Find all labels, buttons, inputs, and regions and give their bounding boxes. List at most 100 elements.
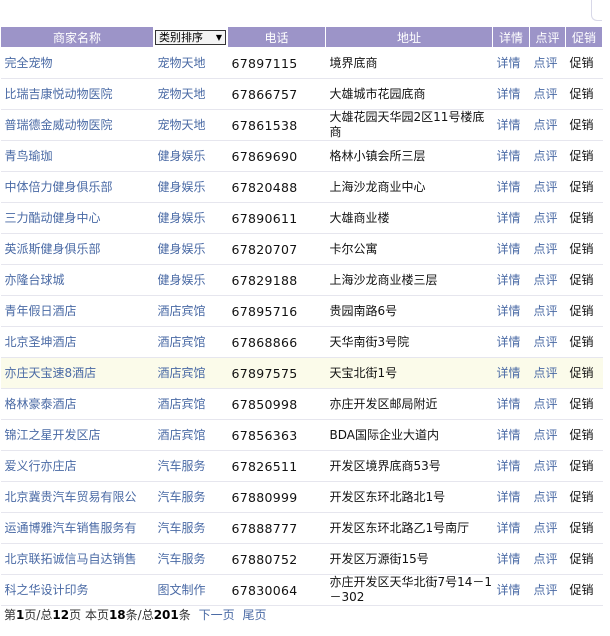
promo-cell: 促销: [565, 233, 603, 265]
next-page-link[interactable]: 下一页: [199, 608, 235, 622]
detail-link[interactable]: 详情: [497, 397, 521, 411]
table-row: 科之华设计印务 图文制作 67830064 亦庄开发区天华北街7号14－1－302 详情…: [0, 574, 603, 606]
scroll-corner: [591, 0, 602, 21]
merchant-name-link[interactable]: 三力酷动健身中心: [5, 211, 101, 225]
pager-text: 条/总: [125, 608, 154, 622]
category-cell: 酒店宾馆: [153, 388, 228, 420]
merchant-name-link[interactable]: 爱义行亦庄店: [5, 459, 77, 473]
table-header-row: 商家名称 类别排序 ▼ 电话 地址 详情 点评 促销: [0, 26, 603, 48]
promo-cell: 促销: [565, 543, 603, 575]
last-page-link[interactable]: 尾页: [242, 608, 266, 622]
category-cell: 宠物天地: [153, 109, 228, 141]
detail-link[interactable]: 详情: [497, 211, 521, 225]
top-frame: [0, 0, 602, 24]
merchant-name-link[interactable]: 亦隆台球城: [5, 273, 65, 287]
table-row: 北京冀贵汽车贸易有限公 汽车服务 67880999 开发区东环北路北1号 详情 点评 促销: [0, 481, 603, 513]
table-row: 普瑞德金威动物医院 宠物天地 67861538 大雄花园天华园2区11号楼底商 详情 点评…: [0, 109, 603, 141]
address-cell: 开发区境界底商53号: [325, 450, 493, 482]
review-link[interactable]: 点评: [534, 521, 558, 535]
promo-cell: 促销: [565, 512, 603, 544]
category-label: 宠物天地: [157, 86, 206, 101]
detail-link[interactable]: 详情: [497, 366, 521, 380]
category-cell: 汽车服务: [153, 543, 228, 575]
review-link[interactable]: 点评: [534, 118, 558, 132]
table-row: 中体倍力健身俱乐部 健身娱乐 67820488 上海沙龙商业中心 详情 点评 促销: [0, 171, 603, 203]
review-cell: 点评: [529, 543, 566, 575]
review-cell: 点评: [529, 357, 566, 389]
review-link[interactable]: 点评: [534, 552, 558, 566]
category-label: 健身娱乐: [157, 148, 206, 163]
phone-cell: 67820488: [227, 171, 326, 203]
address-cell: 大雄城市花园底商: [325, 78, 493, 110]
detail-link[interactable]: 详情: [497, 521, 521, 535]
phone-cell: 67826511: [227, 450, 326, 482]
review-link[interactable]: 点评: [534, 490, 558, 504]
detail-cell: 详情: [492, 543, 530, 575]
review-link[interactable]: 点评: [534, 366, 558, 380]
detail-link[interactable]: 详情: [497, 118, 521, 132]
phone-cell: 67880752: [227, 543, 326, 575]
detail-cell: 详情: [492, 264, 530, 296]
detail-link[interactable]: 详情: [497, 242, 521, 256]
category-label: 酒店宾馆: [157, 303, 206, 318]
merchant-name-link[interactable]: 完全宠物: [5, 56, 53, 70]
detail-link[interactable]: 详情: [497, 490, 521, 504]
total-pages: 12: [52, 608, 70, 622]
phone-cell: 67897115: [227, 47, 326, 79]
review-link[interactable]: 点评: [534, 149, 558, 163]
detail-link[interactable]: 详情: [497, 87, 521, 101]
merchant-name-link[interactable]: 亦庄天宝速8酒店: [5, 366, 97, 380]
merchant-name-link[interactable]: 中体倍力健身俱乐部: [5, 180, 113, 194]
review-link[interactable]: 点评: [534, 428, 558, 442]
merchant-name-cell: 青年假日酒店: [0, 295, 154, 327]
detail-link[interactable]: 详情: [497, 180, 521, 194]
merchant-name-link[interactable]: 运通博雅汽车销售服务有: [5, 521, 137, 535]
review-link[interactable]: 点评: [534, 242, 558, 256]
review-link[interactable]: 点评: [534, 335, 558, 349]
review-link[interactable]: 点评: [534, 87, 558, 101]
table-row: 北京联拓诚信马自达销售 汽车服务 67880752 开发区万源街15号 详情 点评 促销: [0, 543, 603, 575]
review-link[interactable]: 点评: [534, 459, 558, 473]
detail-cell: 详情: [492, 171, 530, 203]
review-link[interactable]: 点评: [534, 211, 558, 225]
category-label: 汽车服务: [157, 458, 206, 473]
merchant-table: 商家名称 类别排序 ▼ 电话 地址 详情 点评 促销 完全宠物宠物天地 678971…: [0, 26, 603, 606]
category-cell: 酒店宾馆: [153, 295, 228, 327]
review-link[interactable]: 点评: [534, 304, 558, 318]
merchant-name-link[interactable]: 北京圣坤酒店: [5, 335, 77, 349]
review-link[interactable]: 点评: [534, 397, 558, 411]
merchant-name-link[interactable]: 青鸟瑜珈: [5, 149, 53, 163]
merchant-name-link[interactable]: 格林豪泰酒店: [5, 397, 77, 411]
category-label: 汽车服务: [157, 551, 206, 566]
detail-cell: 详情: [492, 419, 530, 451]
merchant-name-link[interactable]: 比瑞吉康悦动物医院: [5, 87, 113, 101]
col-header-name: 商家名称: [0, 26, 154, 48]
review-link[interactable]: 点评: [534, 583, 558, 597]
merchant-name-link[interactable]: 北京冀贵汽车贸易有限公: [5, 490, 137, 504]
merchant-name-link[interactable]: 英派斯健身俱乐部: [5, 242, 101, 256]
promo-cell: 促销: [565, 295, 603, 327]
merchant-name-link[interactable]: 普瑞德金威动物医院: [5, 118, 113, 132]
detail-link[interactable]: 详情: [497, 149, 521, 163]
merchant-name-link[interactable]: 锦江之星开发区店: [5, 428, 101, 442]
detail-link[interactable]: 详情: [497, 583, 521, 597]
category-label: 酒店宾馆: [157, 396, 206, 411]
detail-cell: 详情: [492, 481, 530, 513]
category-sort-select[interactable]: 类别排序 ▼: [153, 26, 228, 48]
detail-link[interactable]: 详情: [497, 459, 521, 473]
detail-link[interactable]: 详情: [497, 552, 521, 566]
detail-link[interactable]: 详情: [497, 335, 521, 349]
merchant-name-cell: 亦隆台球城: [0, 264, 154, 296]
merchant-name-link[interactable]: 科之华设计印务: [5, 583, 89, 597]
review-link[interactable]: 点评: [534, 56, 558, 70]
detail-link[interactable]: 详情: [497, 273, 521, 287]
review-link[interactable]: 点评: [534, 180, 558, 194]
merchant-name-link[interactable]: 北京联拓诚信马自达销售: [5, 552, 137, 566]
detail-link[interactable]: 详情: [497, 428, 521, 442]
merchant-name-link[interactable]: 青年假日酒店: [5, 304, 77, 318]
detail-link[interactable]: 详情: [497, 304, 521, 318]
review-link[interactable]: 点评: [534, 273, 558, 287]
phone-cell: 67820707: [227, 233, 326, 265]
detail-link[interactable]: 详情: [497, 56, 521, 70]
merchant-name-cell: 北京冀贵汽车贸易有限公: [0, 481, 154, 513]
